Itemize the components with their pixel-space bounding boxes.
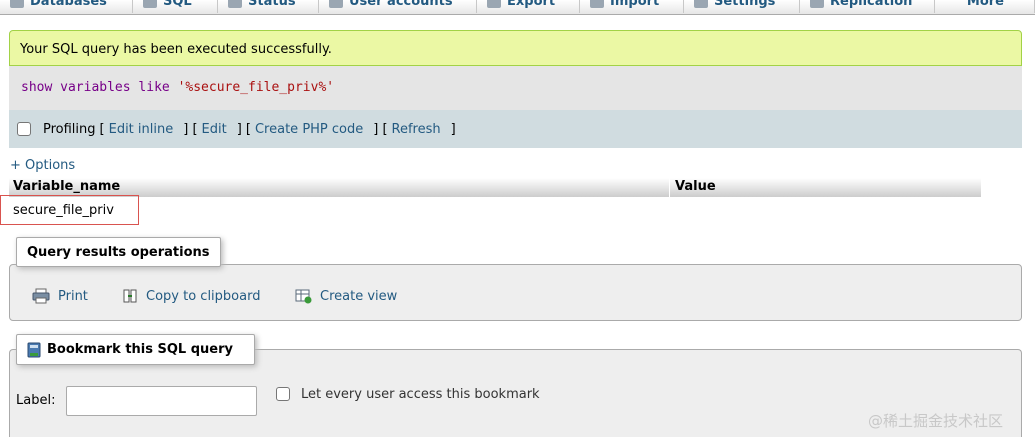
tab-settings[interactable]: Settings — [684, 0, 800, 13]
success-message: Your SQL query has been executed success… — [9, 30, 1022, 66]
printer-icon — [32, 288, 50, 304]
column-header-variable-name[interactable]: Variable_name — [13, 179, 120, 194]
query-results-operations-legend: Query results operations — [16, 237, 221, 267]
bookmark-label-label: Label: — [16, 393, 56, 408]
profiling-label: Profiling — [43, 121, 96, 137]
options-link[interactable]: + Options — [10, 158, 75, 173]
export-icon — [487, 0, 501, 8]
tab-sql[interactable]: SQL — [133, 0, 218, 13]
top-tab-bar: Databases SQL Status User accounts Expor… — [0, 0, 1035, 15]
sql-string: '%secure_file_priv%' — [177, 80, 335, 95]
tab-databases[interactable]: Databases — [0, 0, 133, 13]
clipboard-copy-icon — [123, 289, 137, 303]
status-chart-icon — [228, 0, 242, 8]
print-button[interactable]: Print — [32, 288, 88, 304]
tab-status[interactable]: Status — [218, 0, 319, 13]
bracket-open: [ — [99, 121, 105, 137]
share-bookmark-label: Let every user access this bookmark — [301, 387, 540, 402]
chevron-down-icon — [1010, 0, 1024, 8]
table-row[interactable]: secure_file_priv — [0, 195, 139, 225]
tab-user-accounts[interactable]: User accounts — [319, 0, 477, 13]
tab-import[interactable]: Import — [580, 0, 684, 13]
create-php-code-link[interactable]: Create PHP code — [255, 122, 363, 137]
profiling-checkbox[interactable] — [17, 122, 31, 136]
bookmark-label-input[interactable] — [66, 386, 257, 416]
sql-keyword: show — [21, 80, 53, 95]
results-table-header: Variable_name Value — [9, 178, 981, 197]
create-view-button[interactable]: Create view — [295, 288, 397, 304]
column-divider — [669, 178, 670, 197]
import-icon — [590, 0, 604, 8]
share-bookmark-checkbox[interactable] — [276, 387, 290, 401]
cell-variable-name: secure_file_priv — [13, 203, 114, 218]
column-header-value[interactable]: Value — [675, 179, 716, 194]
database-icon — [10, 0, 24, 8]
watermark-text: @稀土掘金技术社区 — [868, 412, 1004, 430]
edit-link[interactable]: Edit — [202, 122, 227, 137]
sql-keyword: like — [138, 80, 170, 95]
sql-keyword: variables — [60, 80, 131, 95]
edit-inline-link[interactable]: Edit inline — [109, 122, 174, 137]
sql-query-box[interactable]: show variables like '%secure_file_priv%' — [9, 66, 1022, 110]
bracket-separator: ] [ — [183, 121, 198, 137]
users-icon — [329, 0, 343, 8]
bookmark-legend: Bookmark this SQL query — [16, 334, 255, 365]
refresh-link[interactable]: Refresh — [392, 122, 441, 137]
success-text: Your SQL query has been executed success… — [20, 42, 332, 57]
bookmark-icon — [27, 342, 41, 357]
sql-icon — [143, 0, 157, 8]
tab-export[interactable]: Export — [477, 0, 580, 13]
replication-icon — [810, 0, 824, 8]
table-view-icon — [295, 289, 312, 304]
bracket-separator: ] [ — [236, 121, 251, 137]
query-tools-bar: Profiling [ Edit inline ] [ Edit ] [ Cre… — [9, 110, 1022, 148]
tab-more[interactable]: More — [935, 0, 1035, 13]
bracket-separator: ] [ — [373, 121, 388, 137]
wrench-icon — [694, 0, 708, 8]
tab-replication[interactable]: Replication — [800, 0, 935, 13]
copy-to-clipboard-button[interactable]: Copy to clipboard — [122, 288, 260, 304]
bracket-close: ] — [450, 121, 456, 137]
